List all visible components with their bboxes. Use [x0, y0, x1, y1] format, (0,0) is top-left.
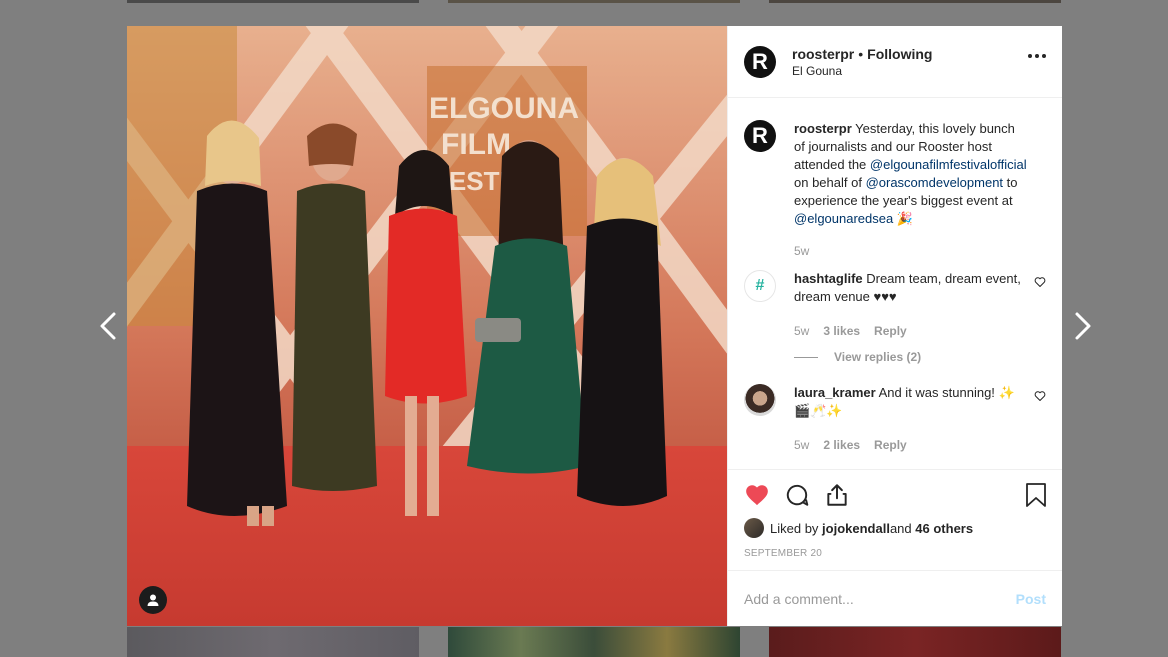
chevron-left-icon [100, 312, 116, 340]
comment-like-heart-icon[interactable] [1034, 390, 1046, 402]
background-grid-tile[interactable] [769, 627, 1061, 657]
background-grid-tile [127, 0, 419, 3]
caption-text-part: on behalf of [794, 175, 866, 190]
post-header: R roosterpr • Following El Gouna [728, 26, 1062, 98]
comment-body: hashtaglife Dream team, dream event, dre… [794, 270, 1029, 364]
more-dot [1042, 54, 1046, 58]
location-link[interactable]: El Gouna [792, 64, 932, 78]
view-replies-label: View replies (2) [834, 350, 922, 364]
party-emoji: 🎉 [893, 211, 914, 226]
sign-text-film: FILM [441, 128, 511, 161]
mention-link[interactable]: @orascomdevelopment [866, 175, 1003, 190]
avatar[interactable]: # [744, 270, 776, 302]
comment-meta: 5w 2 likes Reply [794, 438, 1029, 452]
caption-username-link[interactable]: roosterpr [794, 121, 852, 136]
following-button[interactable]: Following [867, 46, 932, 62]
comment-bubble-icon [786, 484, 809, 506]
hashtag-avatar-glyph: # [755, 277, 765, 294]
add-comment-input[interactable] [744, 590, 1016, 607]
more-options-button[interactable] [1028, 54, 1046, 58]
liked-by: Liked by jojokendall and 46 others [744, 518, 1046, 538]
header-username-link[interactable]: roosterpr [792, 46, 854, 62]
comment-timestamp[interactable]: 5w [794, 438, 809, 452]
add-comment-bar: Post [728, 570, 1062, 626]
comment-like-heart-icon[interactable] [1034, 276, 1046, 288]
share-button[interactable] [824, 482, 850, 508]
like-button[interactable] [744, 482, 770, 508]
comment-text: laura_kramer And it was stunning! ✨🎬🥂✨ [794, 384, 1029, 420]
view-replies-button[interactable]: View replies (2) [794, 350, 1029, 364]
post-comment-button[interactable]: Post [1016, 591, 1046, 607]
comment-likes-link[interactable]: 3 likes [823, 324, 860, 338]
avatar[interactable] [744, 518, 764, 538]
header-user-line: roosterpr • Following [792, 45, 932, 63]
tagged-users-button[interactable] [139, 586, 167, 614]
user-icon [147, 594, 159, 606]
liked-by-and: and [889, 520, 912, 536]
caption: R roosterpr Yesterday, this lovely bunch… [744, 120, 1046, 258]
previous-post-button[interactable] [94, 310, 124, 342]
post-date[interactable]: SEPTEMBER 20 [744, 548, 1046, 559]
caption-body: roosterpr Yesterday, this lovely bunch o… [794, 120, 1029, 258]
heart-filled-icon [746, 485, 768, 506]
header-separator: • [858, 46, 864, 62]
more-dot [1035, 54, 1039, 58]
comment-meta: 5w 3 likes Reply [794, 324, 1029, 338]
comment-username-link[interactable]: laura_kramer [794, 385, 876, 400]
comment-timestamp[interactable]: 5w [794, 324, 809, 338]
mention-link[interactable]: @elgounafilmfestivalofficial [870, 157, 1027, 172]
avatar-letter: R [752, 123, 768, 148]
background-grid-tile[interactable] [127, 627, 419, 657]
background-grid-tile [769, 0, 1061, 3]
liked-by-prefix: Liked by [770, 520, 819, 536]
post-photo-image: ELGOUNA FILM FESTIVAL [127, 26, 727, 626]
post-modal: ELGOUNA FILM FESTIVAL R roosterpr • Foll… [127, 26, 1062, 626]
share-icon [827, 484, 847, 506]
avatar[interactable]: R [744, 120, 776, 152]
caption-timestamp[interactable]: 5w [794, 244, 809, 258]
reply-button[interactable]: Reply [874, 324, 907, 338]
avatar[interactable]: R [744, 45, 776, 78]
comment-item: # hashtaglife Dream team, dream event, d… [744, 270, 1046, 364]
comment-body: laura_kramer And it was stunning! ✨🎬🥂✨ 5… [794, 384, 1029, 452]
comments-list[interactable]: R roosterpr Yesterday, this lovely bunch… [728, 98, 1062, 469]
sign-text-elgouna: ELGOUNA [429, 92, 579, 125]
caption-text: roosterpr Yesterday, this lovely bunch o… [794, 120, 1029, 228]
post-side-panel: R roosterpr • Following El Gouna R rooster… [727, 26, 1062, 626]
liked-by-others-link[interactable]: 46 others [915, 521, 973, 536]
mention-link[interactable]: @elgounaredsea [794, 211, 893, 226]
background-grid-tile[interactable] [448, 627, 740, 657]
comment-item: laura_kramer And it was stunning! ✨🎬🥂✨ 5… [744, 384, 1046, 452]
post-actions: Liked by jojokendall and 46 others SEPTE… [728, 469, 1062, 570]
liked-by-user-link[interactable]: jojokendall [822, 521, 890, 536]
comment-button[interactable] [784, 482, 810, 508]
caption-meta: 5w [794, 244, 1029, 258]
background-grid-tile [448, 0, 740, 3]
reply-button[interactable]: Reply [874, 438, 907, 452]
post-photo[interactable]: ELGOUNA FILM FESTIVAL [127, 26, 727, 626]
avatar[interactable] [744, 384, 776, 416]
comment-username-link[interactable]: hashtaglife [794, 271, 863, 286]
next-post-button[interactable] [1067, 310, 1097, 342]
comment-text: hashtaglife Dream team, dream event, dre… [794, 270, 1029, 306]
replies-line [794, 356, 818, 358]
chevron-right-icon [1075, 312, 1091, 340]
bookmark-icon[interactable] [1024, 482, 1048, 508]
action-icons [744, 480, 1046, 510]
comment-likes-link[interactable]: 2 likes [823, 438, 860, 452]
avatar-letter: R [752, 48, 768, 74]
more-dot [1028, 54, 1032, 58]
header-text: roosterpr • Following El Gouna [792, 45, 932, 78]
